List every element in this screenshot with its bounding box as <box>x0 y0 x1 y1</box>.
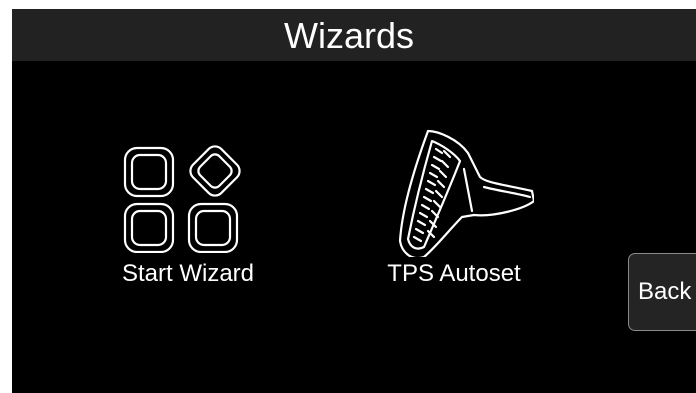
start-wizard-button[interactable]: Start Wizard <box>98 139 278 289</box>
start-wizard-label: Start Wizard <box>121 260 255 287</box>
back-button[interactable]: Back <box>628 253 696 331</box>
throttle-pedal-icon <box>398 129 534 257</box>
tps-autoset-button[interactable]: TPS Autoset <box>364 129 544 289</box>
wizards-screen: Wizards Start Wizard TPS Autoset Back <box>12 9 696 393</box>
wizard-grid-icon <box>123 145 241 253</box>
tps-autoset-label: TPS Autoset <box>387 260 521 287</box>
page-title: Wizards <box>12 9 696 61</box>
